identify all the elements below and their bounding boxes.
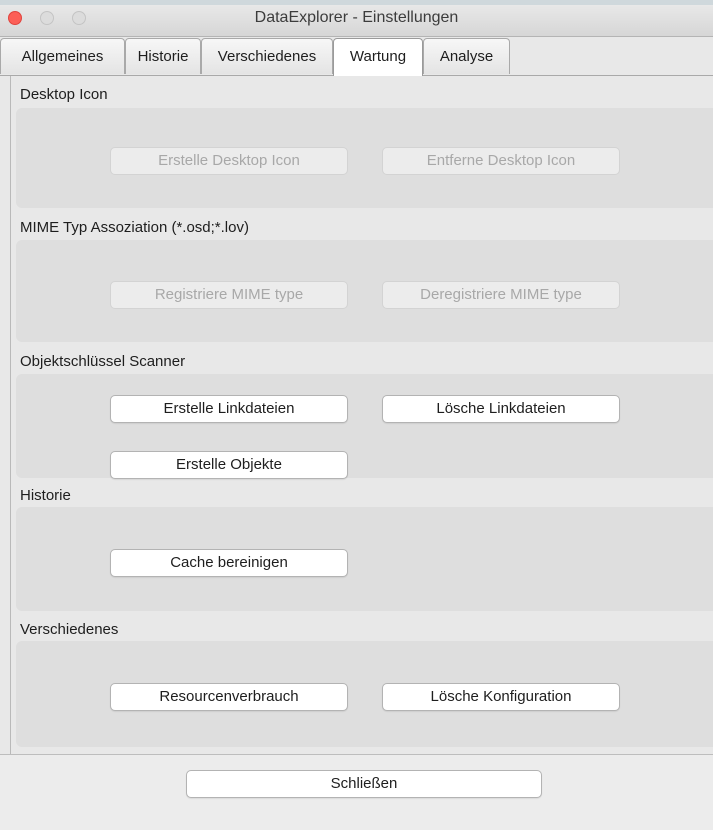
section-title-desktop-icon: Desktop Icon: [20, 86, 108, 103]
section-mime: Registriere MIME type Deregistriere MIME…: [16, 240, 713, 342]
settings-window: DataExplorer - Einstellungen Allgemeines…: [0, 0, 713, 830]
window-title: DataExplorer - Einstellungen: [254, 9, 459, 26]
resource-usage-button[interactable]: Resourcenverbrauch: [110, 683, 348, 711]
delete-configuration-button[interactable]: Lösche Konfiguration: [382, 683, 620, 711]
section-history: Cache bereinigen: [16, 507, 713, 611]
section-scanner: Erstelle Linkdateien Lösche Linkdateien …: [16, 374, 713, 479]
tab-verschiedenes[interactable]: Verschiedenes: [201, 38, 333, 74]
close-button[interactable]: Schließen: [186, 770, 542, 798]
create-objects-button[interactable]: Erstelle Objekte: [110, 451, 348, 479]
tab-wartung[interactable]: Wartung: [333, 38, 423, 76]
clear-cache-button[interactable]: Cache bereinigen: [110, 549, 348, 577]
tab-bar: Allgemeines Historie Verschiedenes Wartu…: [0, 38, 713, 76]
section-misc: Resourcenverbrauch Lösche Konfiguration: [16, 641, 713, 747]
tab-allgemeines[interactable]: Allgemeines: [0, 38, 125, 74]
section-title-scanner: Objektschlüssel Scanner: [20, 353, 186, 370]
unregister-mime-button[interactable]: Deregistriere MIME type: [382, 281, 620, 309]
delete-link-files-button[interactable]: Lösche Linkdateien: [382, 395, 620, 423]
section-desktop-icon: Erstelle Desktop Icon Entferne Desktop I…: [16, 108, 713, 208]
footer: Schließen: [0, 755, 713, 830]
create-link-files-button[interactable]: Erstelle Linkdateien: [110, 395, 348, 423]
title-bar[interactable]: DataExplorer - Einstellungen: [0, 0, 713, 37]
create-desktop-icon-button[interactable]: Erstelle Desktop Icon: [110, 147, 348, 175]
tab-historie[interactable]: Historie: [125, 38, 201, 74]
title-bar-top-strip: [0, 0, 713, 5]
section-title-history: Historie: [20, 487, 71, 504]
section-title-misc: Verschiedenes: [20, 621, 119, 638]
section-title-mime: MIME Typ Assoziation (*.osd;*.lov): [20, 219, 249, 236]
register-mime-button[interactable]: Registriere MIME type: [110, 281, 348, 309]
tab-analyse[interactable]: Analyse: [423, 38, 510, 74]
remove-desktop-icon-button[interactable]: Entferne Desktop Icon: [382, 147, 620, 175]
